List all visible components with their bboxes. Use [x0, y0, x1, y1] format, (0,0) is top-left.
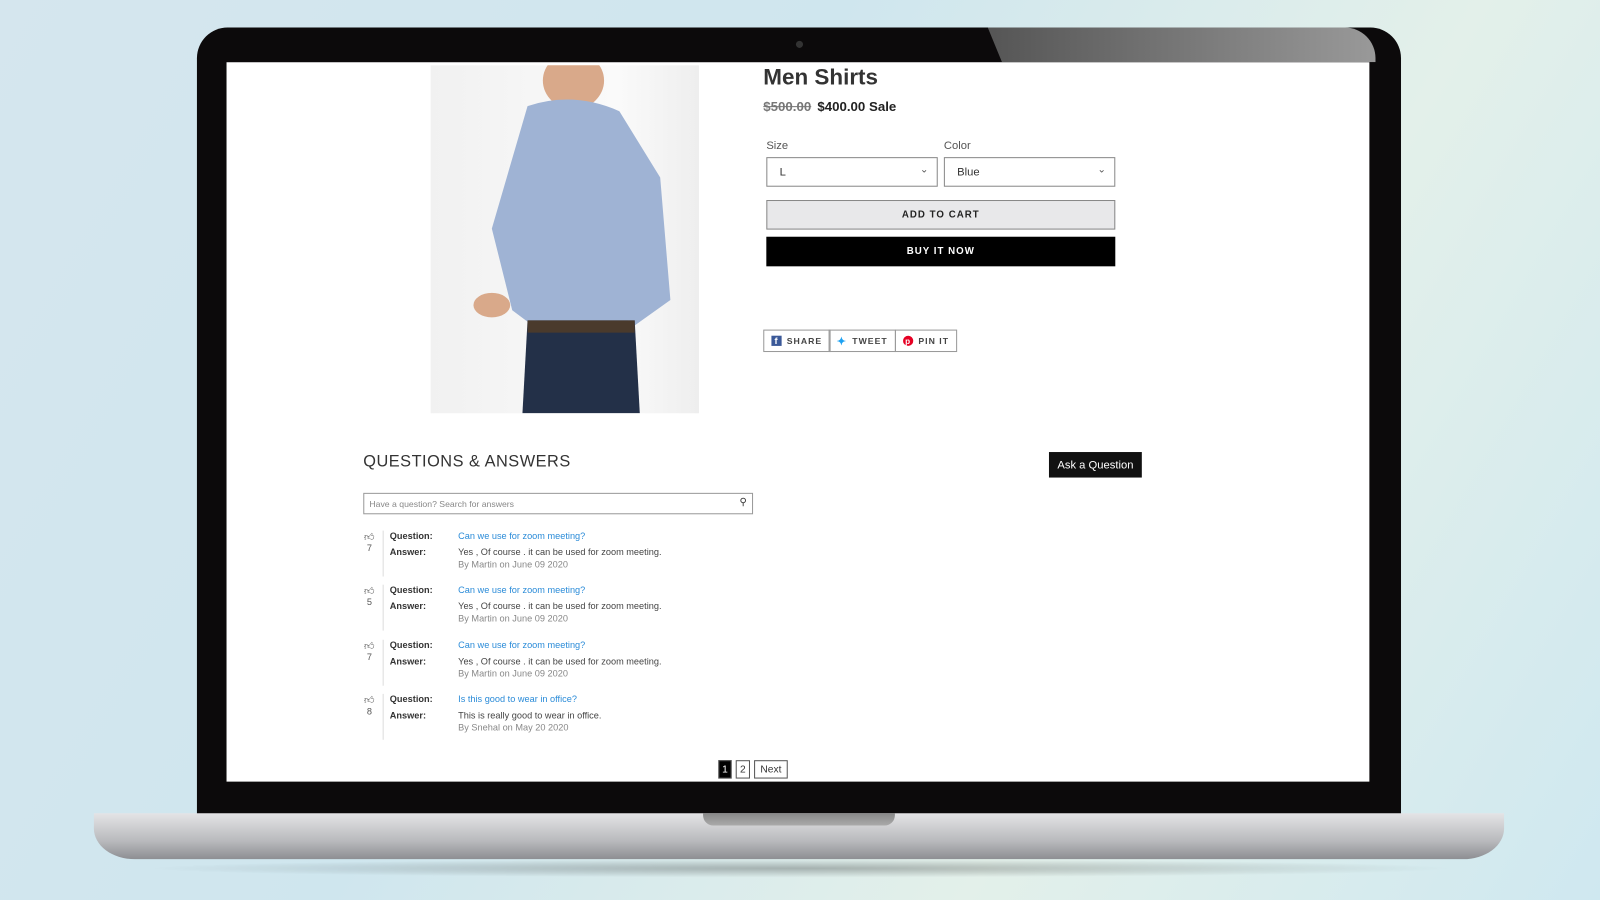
product-title: Men Shirts	[763, 64, 879, 90]
product-price: $500.00 $400.00 Sale	[763, 99, 896, 114]
upvote-button[interactable]: 👍︎ 7	[363, 639, 375, 661]
twitter-tweet-button[interactable]: ✦ TWEET	[828, 329, 896, 353]
answer-label: Answer:	[389, 601, 427, 612]
qa-search-input[interactable]: Have a question? Search for answers ⚲	[363, 492, 754, 515]
question-link[interactable]: Can we use for zoom meeting?	[458, 585, 585, 595]
vote-count: 8	[366, 706, 372, 717]
search-icon[interactable]: ⚲	[739, 497, 746, 508]
answer-byline: By Martin on June 09 2020	[458, 667, 568, 679]
answer-label: Answer:	[389, 710, 427, 721]
camera-icon	[795, 40, 804, 48]
thumbs-up-icon[interactable]: 👍︎	[363, 694, 375, 706]
thumbs-up-icon[interactable]: 👍︎	[363, 531, 375, 543]
qa-heading: QUESTIONS & ANSWERS	[363, 453, 571, 471]
ask-question-button[interactable]: Ask a Question	[1048, 452, 1142, 478]
answer-label: Answer:	[389, 546, 427, 558]
twitter-icon: ✦	[836, 335, 848, 348]
add-to-cart-button[interactable]: ADD TO CART	[766, 199, 1116, 230]
chevron-down-icon: ⌄	[1097, 164, 1107, 176]
answer-byline: By Snehal on May 20 2020	[458, 722, 569, 733]
divider	[382, 693, 384, 740]
vote-count: 7	[366, 542, 372, 554]
page-1-button[interactable]: 1	[718, 760, 732, 779]
size-value: L	[779, 166, 786, 179]
facebook-share-button[interactable]: f SHARE	[763, 329, 831, 353]
sale-label: Sale	[868, 98, 897, 115]
product-image	[430, 62, 699, 414]
divider	[382, 530, 384, 577]
qa-item: 👍︎ 7 Question: Answer: Can we use for zoo…	[363, 530, 771, 577]
answer-byline: By Martin on June 09 2020	[458, 559, 568, 570]
qa-item: 👍︎ 8 Question: Answer: Is this good to we…	[363, 693, 771, 740]
laptop-shadow	[142, 859, 1460, 878]
chevron-down-icon: ⌄	[920, 164, 929, 176]
size-label: Size	[766, 139, 789, 153]
upvote-button[interactable]: 👍︎ 5	[363, 585, 375, 607]
question-link[interactable]: Is this good to wear in office?	[458, 694, 577, 704]
answer-byline: By Martin on June 09 2020	[458, 613, 568, 624]
facebook-icon: f	[771, 335, 782, 346]
screen-glare	[987, 27, 1376, 63]
color-label: Color	[943, 139, 971, 153]
question-label: Question:	[389, 639, 433, 650]
answer-text: Yes , Of course . it can be used for zoo…	[458, 546, 662, 558]
qa-item: 👍︎ 7 Question: Answer: Can we use for zoo…	[363, 639, 771, 686]
vote-count: 5	[366, 597, 372, 608]
upvote-button[interactable]: 👍︎ 8	[363, 694, 375, 716]
original-price: $500.00	[763, 98, 812, 115]
size-select[interactable]: L ⌄	[766, 157, 938, 187]
thumbs-up-icon[interactable]: 👍︎	[363, 639, 375, 651]
color-value: Blue	[957, 166, 980, 179]
qa-item: 👍︎ 5 Question: Answer: Can we use for zoo…	[363, 584, 771, 631]
laptop-notch	[703, 813, 895, 826]
answer-label: Answer:	[389, 655, 427, 666]
divider	[382, 639, 384, 686]
divider	[382, 584, 384, 631]
tweet-label: TWEET	[852, 335, 888, 346]
pinterest-icon: p	[903, 335, 914, 346]
question-label: Question:	[389, 693, 433, 704]
thumbs-up-icon[interactable]: 👍︎	[363, 585, 375, 597]
pinterest-pin-button[interactable]: p PIN IT	[894, 329, 958, 353]
question-link[interactable]: Can we use for zoom meeting?	[458, 531, 585, 541]
answer-text: Yes , Of course . it can be used for zoo…	[458, 601, 662, 612]
question-label: Question:	[389, 584, 433, 596]
upvote-button[interactable]: 👍︎ 7	[363, 531, 375, 553]
product-page: Men Shirts $500.00 $400.00 Sale Size Colo…	[226, 62, 1370, 782]
question-link[interactable]: Can we use for zoom meeting?	[458, 639, 585, 649]
sale-price: $400.00	[817, 98, 866, 115]
question-label: Question:	[389, 530, 433, 541]
color-select[interactable]: Blue ⌄	[943, 157, 1116, 187]
search-placeholder: Have a question? Search for answers	[369, 498, 515, 510]
buy-it-now-button[interactable]: BUY IT NOW	[766, 236, 1116, 267]
pin-label: PIN IT	[918, 335, 950, 346]
vote-count: 7	[366, 651, 372, 662]
answer-text: This is really good to wear in office.	[458, 710, 602, 721]
next-page-button[interactable]: Next	[754, 760, 788, 779]
page-2-button[interactable]: 2	[735, 760, 750, 779]
share-label: SHARE	[786, 335, 823, 346]
answer-text: Yes , Of course . it can be used for zoo…	[458, 655, 662, 666]
